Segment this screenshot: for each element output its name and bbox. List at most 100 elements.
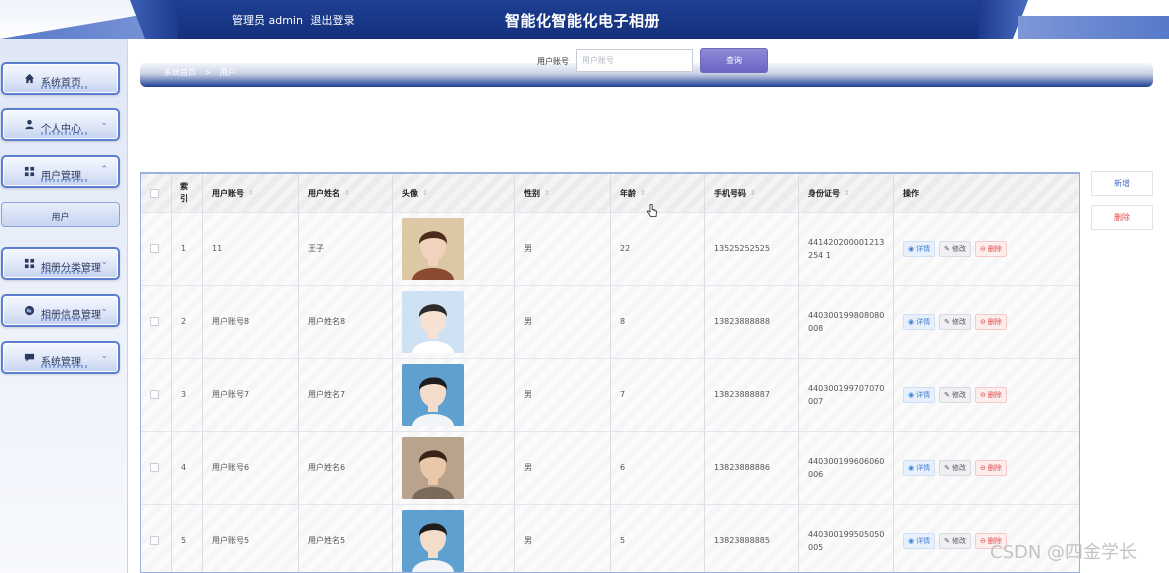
hand-cursor-icon	[646, 204, 657, 217]
edit-button[interactable]: ✎ 修改	[939, 240, 971, 257]
sidebar-item-home[interactable]: 系统首页	[1, 62, 120, 95]
row-checkbox[interactable]	[150, 244, 159, 253]
cell-account: 用户账号7	[203, 358, 299, 431]
chevron-down-icon: ⌄	[100, 304, 108, 314]
sidebar-item-album-info[interactable]: 相册信息管理 ⌄	[1, 294, 120, 327]
search-button[interactable]: 查询	[700, 48, 768, 73]
sort-icon: ⇕	[248, 189, 254, 197]
header-avatar[interactable]: 头像 ⇕	[393, 174, 515, 212]
sidebar: 系统首页 个人中心 ⌄ 用户管理 ⌃ 用户 相册分类管理 ⌄ 相册信息管理 ⌄	[0, 39, 128, 573]
detail-button[interactable]: ◉ 详情	[903, 386, 936, 403]
detail-button[interactable]: ◉ 详情	[903, 459, 936, 476]
breadcrumb-home-link[interactable]: 系统首页	[164, 68, 196, 77]
account-value: 用户账号7	[212, 390, 250, 399]
gender-value: 男	[524, 536, 532, 545]
row-checkbox[interactable]	[150, 463, 159, 472]
sort-icon: ⇕	[344, 189, 350, 197]
gender-value: 男	[524, 390, 532, 399]
chat-icon	[23, 352, 35, 364]
cell-age: 6	[611, 431, 705, 504]
detail-button[interactable]: ◉ 详情	[903, 240, 936, 257]
cell-phone: 13525252525	[705, 212, 799, 285]
batch-delete-button[interactable]: 删除	[1091, 205, 1153, 230]
delete-label: 删除	[987, 463, 1002, 472]
eye-icon: ◉	[908, 536, 915, 545]
cell-index: 2	[172, 285, 203, 358]
cell-age: 7	[611, 358, 705, 431]
detail-button[interactable]: ◉ 详情	[903, 313, 936, 330]
age-value: 22	[620, 244, 631, 253]
cell-idcard: 440300199606060006	[799, 431, 894, 504]
edit-button[interactable]: ✎ 修改	[939, 459, 971, 476]
table-row: 2 用户账号8 用户姓名8 男 8 13823888888 4403001998…	[141, 285, 1079, 358]
pencil-icon: ✎	[944, 463, 950, 472]
header-gender[interactable]: 性别 ⇕	[515, 174, 611, 212]
delete-button[interactable]: ⊖ 删除	[974, 386, 1007, 403]
delete-label: 删除	[987, 390, 1002, 399]
menu-decoration	[41, 86, 89, 89]
sidebar-item-user-management[interactable]: 用户管理 ⌃	[1, 155, 120, 188]
header-account[interactable]: 用户账号 ⇕	[203, 174, 299, 212]
header-idcard[interactable]: 身份证号 ⇕	[799, 174, 894, 212]
edit-label: 修改	[951, 390, 966, 399]
minus-circle-icon: ⊖	[979, 463, 986, 472]
name-value: 用户姓名8	[308, 317, 346, 326]
row-checkbox[interactable]	[150, 390, 159, 399]
account-value: 11	[212, 244, 223, 253]
avatar	[402, 509, 464, 572]
detail-label: 详情	[916, 536, 931, 545]
detail-button[interactable]: ◉ 详情	[903, 532, 936, 549]
avatar	[402, 436, 464, 499]
edit-label: 修改	[951, 244, 966, 253]
row-select-cell	[141, 285, 172, 358]
chevron-up-icon: ⌃	[100, 165, 108, 175]
header-age[interactable]: 年龄 ⇕	[611, 174, 705, 212]
cell-gender: 男	[515, 212, 611, 285]
cell-name: 用户姓名5	[299, 504, 393, 572]
sidebar-item-system[interactable]: 系统管理 ⌄	[1, 341, 120, 374]
grid-icon	[23, 258, 35, 270]
edit-button[interactable]: ✎ 修改	[939, 532, 971, 549]
idcard-value: 440300199808080008	[808, 310, 885, 333]
delete-button[interactable]: ⊖ 删除	[974, 240, 1007, 257]
row-select-cell	[141, 212, 172, 285]
minus-circle-icon: ⊖	[979, 390, 986, 399]
cell-avatar	[393, 431, 515, 504]
row-checkbox[interactable]	[150, 536, 159, 545]
table-row: 1 11 王子 男 22 13525252525 441420200001213…	[141, 212, 1079, 285]
table-row: 3 用户账号7 用户姓名7 男 7 13823888887 4403001997…	[141, 358, 1079, 431]
account-value: 用户账号8	[212, 317, 250, 326]
search-input[interactable]	[576, 49, 693, 72]
index-value: 2	[181, 317, 187, 326]
edit-button[interactable]: ✎ 修改	[939, 313, 971, 330]
header-gender-label: 性别	[524, 188, 540, 198]
chevron-down-icon: ⌄	[100, 351, 108, 361]
select-all-checkbox[interactable]	[150, 188, 159, 198]
index-value: 3	[181, 390, 187, 399]
add-button[interactable]: 新增	[1091, 171, 1153, 196]
admin-label: 管理员 admin	[232, 14, 303, 27]
logout-link[interactable]: 退出登录	[310, 14, 354, 27]
header-phone[interactable]: 手机号码 ⇕	[705, 174, 799, 212]
sidebar-item-album-category[interactable]: 相册分类管理 ⌄	[1, 247, 120, 280]
row-divider	[141, 431, 1079, 432]
phone-value: 13823888885	[714, 536, 770, 545]
row-checkbox[interactable]	[150, 317, 159, 326]
delete-button[interactable]: ⊖ 删除	[974, 459, 1007, 476]
user-table: 索引 用户账号 ⇕ 用户姓名 ⇕ 头像 ⇕ 性别 ⇕ 年龄 ⇕ 手机号码 ⇕ 身份证号 ⇕ 操…	[140, 172, 1080, 573]
cell-phone: 13823888885	[705, 504, 799, 572]
cell-index: 5	[172, 504, 203, 572]
sidebar-subitem-users[interactable]: 用户	[1, 202, 120, 227]
table-row: 5 用户账号5 用户姓名5 男 5 13823888885 4403001995…	[141, 504, 1079, 572]
home-icon	[23, 73, 35, 85]
header-actions-label: 操作	[903, 188, 919, 198]
header-name[interactable]: 用户姓名 ⇕	[299, 174, 393, 212]
delete-button[interactable]: ⊖ 删除	[974, 313, 1007, 330]
name-value: 用户姓名6	[308, 463, 346, 472]
avatar	[402, 217, 464, 280]
menu-decoration	[41, 179, 89, 182]
edit-button[interactable]: ✎ 修改	[939, 386, 971, 403]
age-value: 6	[620, 463, 626, 472]
detail-label: 详情	[916, 390, 931, 399]
sidebar-item-profile[interactable]: 个人中心 ⌄	[1, 108, 120, 141]
